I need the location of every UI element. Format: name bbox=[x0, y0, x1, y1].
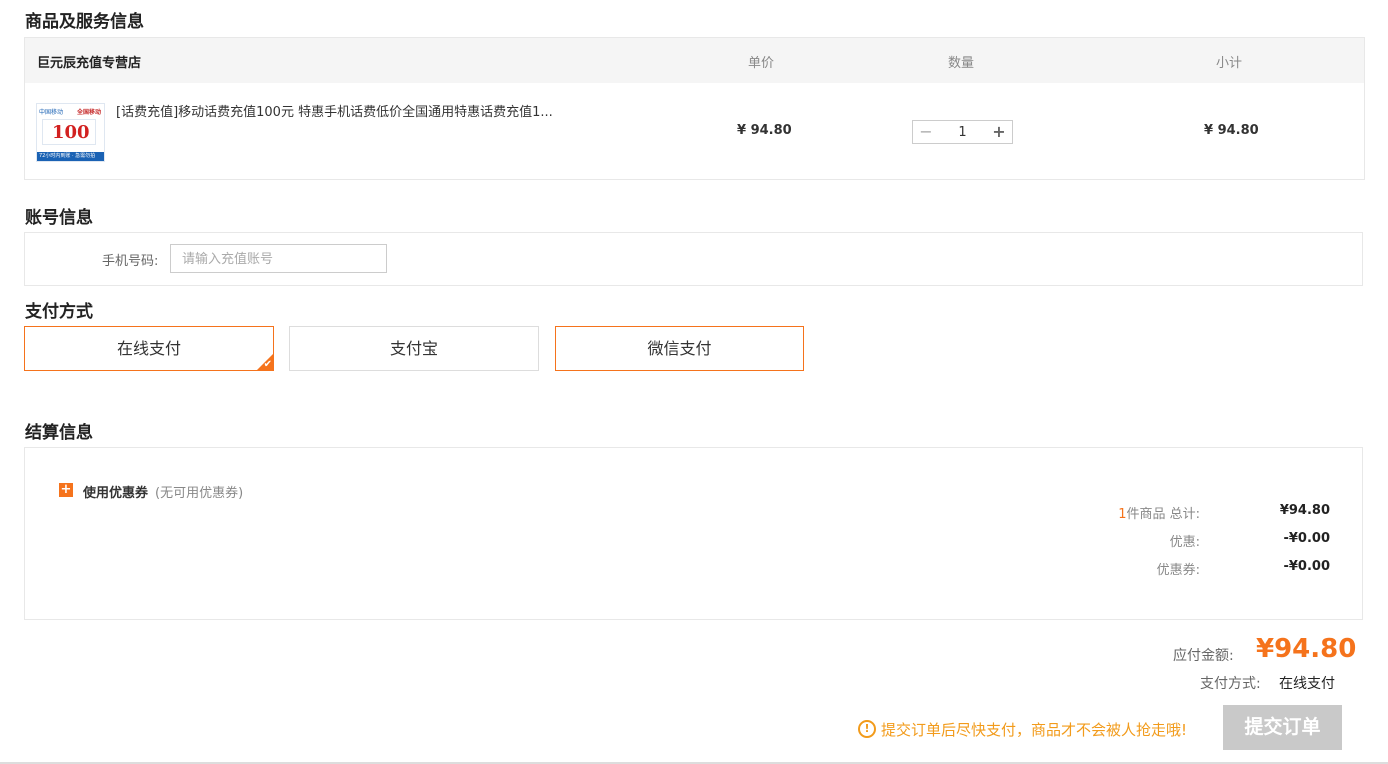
payment-option-label: 微信支付 bbox=[647, 339, 712, 358]
product-thumbnail[interactable]: 中国移动 全国移动 100 72小时内到账 · 急需勿拍 bbox=[36, 103, 105, 162]
product-table-header: 巨元辰充值专营店 单价 数量 小计 bbox=[25, 38, 1364, 83]
col-subtotal: 小计 bbox=[1216, 56, 1243, 71]
submit-order-button[interactable]: 提交订单 bbox=[1223, 705, 1342, 750]
phone-input[interactable] bbox=[170, 244, 387, 273]
products-section-title: 商品及服务信息 bbox=[25, 12, 144, 32]
account-box: 手机号码: bbox=[24, 232, 1363, 286]
qty-value[interactable]: 1 bbox=[939, 125, 986, 140]
shop-name[interactable]: 巨元辰充值专营店 bbox=[37, 52, 141, 71]
coupon-expand-icon[interactable]: + bbox=[59, 483, 73, 497]
col-unit-price: 单价 bbox=[748, 56, 775, 71]
payment-option-wechat[interactable]: 微信支付 bbox=[555, 326, 804, 371]
thumb-brand: 中国移动 bbox=[39, 109, 64, 116]
payment-option-label: 在线支付 bbox=[116, 339, 181, 358]
pay-method-label: 支付方式: bbox=[1200, 676, 1261, 692]
row-subtotal: ¥ 94.80 bbox=[1204, 123, 1259, 138]
unit-price: ¥ 94.80 bbox=[737, 123, 792, 138]
thumb-brand-secondary: 全国移动 bbox=[76, 109, 101, 116]
table-row: 中国移动 全国移动 100 72小时内到账 · 急需勿拍 [话费充值]移动话费充… bbox=[25, 83, 1364, 179]
amount-due: ¥94.80 bbox=[1256, 634, 1357, 664]
discount-label: 优惠: bbox=[1169, 535, 1200, 550]
discount-value: -¥0.00 bbox=[1283, 531, 1330, 546]
amount-due-label: 应付金额: bbox=[1173, 648, 1234, 664]
account-section-title: 账号信息 bbox=[25, 208, 93, 228]
warning-icon: ! bbox=[858, 720, 876, 738]
coupon-toggle-label[interactable]: 使用优惠券 bbox=[83, 482, 148, 501]
check-icon: ✔ bbox=[263, 359, 272, 370]
submit-warning: 提交订单后尽快支付，商品才不会被人抢走哦! bbox=[881, 721, 1188, 739]
qty-decrement-button[interactable]: − bbox=[913, 121, 939, 143]
phone-label: 手机号码: bbox=[102, 254, 159, 269]
thumb-strip: 72小时内到账 · 急需勿拍 bbox=[37, 152, 104, 161]
settlement-box: + 使用优惠券 (无可用优惠券) 1件商品 总计: ¥94.80 优惠: -¥0… bbox=[24, 447, 1363, 620]
item-count-label: 1件商品 总计: bbox=[1020, 503, 1200, 522]
coupon-note: (无可用优惠券) bbox=[155, 486, 244, 501]
product-name-link[interactable]: [话费充值]移动话费充值100元 特惠手机话费低价全国通用特惠话费充值1... bbox=[116, 101, 553, 120]
coupon-sum-value: -¥0.00 bbox=[1283, 559, 1330, 574]
qty-increment-button[interactable]: + bbox=[986, 121, 1012, 143]
col-quantity: 数量 bbox=[948, 56, 975, 71]
item-count-suffix: 件商品 总计: bbox=[1126, 507, 1200, 522]
quantity-stepper: − 1 + bbox=[912, 120, 1013, 144]
thumb-card: 100 bbox=[42, 119, 96, 145]
total-value: ¥94.80 bbox=[1279, 503, 1330, 518]
settlement-section-title: 结算信息 bbox=[25, 423, 93, 443]
thumb-value: 100 bbox=[52, 122, 90, 143]
product-table: 巨元辰充值专营店 单价 数量 小计 中国移动 全国移动 100 72小时内到账 … bbox=[24, 37, 1365, 180]
payment-option-label: 支付宝 bbox=[389, 339, 438, 358]
payment-option-alipay[interactable]: 支付宝 bbox=[289, 326, 539, 371]
coupon-sum-label: 优惠券: bbox=[1156, 563, 1200, 578]
payment-section-title: 支付方式 bbox=[25, 302, 93, 322]
payment-option-online[interactable]: 在线支付 ✔ bbox=[24, 326, 274, 371]
pay-method-value: 在线支付 bbox=[1279, 676, 1335, 692]
